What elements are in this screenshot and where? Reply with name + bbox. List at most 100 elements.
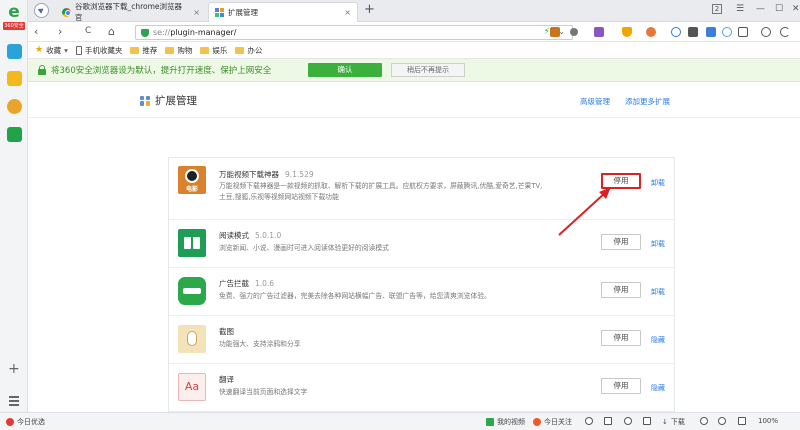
extension-description: 快速翻译当前页面和选择文字 [219,388,308,396]
bookmark-folder-shopping[interactable]: 购物 [165,45,192,56]
disable-button[interactable]: 停用 [601,282,641,298]
address-toolbar: ‹ › C ⌂ se://plugin-manager/ ⚡ ⌄ [28,22,800,42]
today-focus[interactable]: 今日关注 [533,417,572,427]
chat-icon[interactable] [722,27,732,37]
bookmark-mobile[interactable]: 手机收藏夹 [75,45,122,56]
extension-name: 翻译 [219,375,234,384]
hide-link[interactable]: 隐藏 [651,335,665,345]
window-count-badge[interactable]: 2 [712,4,722,14]
status-audio-icon[interactable] [738,417,746,425]
settings-gear-icon[interactable] [761,27,771,37]
sidebar-mail-icon[interactable] [7,127,22,142]
purple-extension-icon[interactable] [594,27,604,37]
bookmark-label: 收藏 [46,45,62,55]
confirm-default-button[interactable]: 确认 [308,63,382,77]
extension-name: 万能视频下载神器 9.1.529 [219,170,314,179]
extension-description: 功能强大、支持涂鸦和分享 [219,340,301,348]
download-button[interactable]: ↓ 下载 [662,417,685,427]
video-icon [486,418,494,426]
uninstall-link[interactable]: 卸载 [651,239,665,249]
undo-icon[interactable] [780,27,790,37]
status-download-manager-icon[interactable] [604,417,612,425]
status-sound-icon[interactable] [624,417,632,425]
add-more-extensions-link[interactable]: 添加更多扩展 [625,96,670,107]
disable-button[interactable]: 停用 [601,330,641,346]
uninstall-link[interactable]: 卸载 [651,178,665,188]
extension-video-icon[interactable] [550,27,560,37]
sidebar-menu-icon[interactable] [9,396,19,408]
folder-icon [165,46,175,54]
my-videos[interactable]: 我的视频 [486,417,525,427]
download-arrow-icon: ↓ [662,418,668,426]
sidebar-favorites-icon[interactable] [7,71,22,86]
bookmark-label: 推荐 [142,45,158,55]
hide-link[interactable]: 隐藏 [651,383,665,393]
bookmark-folder-recommend[interactable]: 推荐 [130,45,157,56]
status-eye-icon[interactable] [718,417,726,425]
screenshot-icon[interactable] [706,27,716,37]
advanced-manage-link[interactable]: 高级管理 [580,96,610,107]
scissors-icon[interactable] [570,28,578,36]
shield-extension-icon[interactable] [622,27,632,37]
tab-chrome-download[interactable]: 谷歌浏览器下载_chrome浏览器官 × [56,2,206,22]
extension-item-screenshot: 截图 功能强大、支持涂鸦和分享 停用 隐藏 [169,316,674,364]
page-title: 扩展管理 [140,93,197,108]
divider [28,117,800,118]
back-button[interactable]: ‹ [34,25,38,38]
close-window-button[interactable]: ✕ [792,4,800,14]
folder-icon [235,46,245,54]
disable-button[interactable]: 停用 [601,378,641,394]
tab-bar: 谷歌浏览器下载_chrome浏览器官 × 扩展管理 × + 2 ☰ — ☐ ✕ [28,0,800,22]
default-browser-notification: 将360安全浏览器设为默认，提升打开速度、保护上网安全 确认 稍后不再提示 [28,59,800,82]
ad-block-icon [178,277,206,305]
browser-logo[interactable]: e 360安全 [3,3,25,31]
extension-description: 免费、强力的广告过滤器，完美去除各种网站横幅广告、联盟广告等，给您清爽浏览体验。 [219,292,491,300]
annotation-arrow [558,187,611,236]
minimize-button[interactable]: — [756,4,765,14]
status-bar: 今日优选 我的视频 今日关注 ↓ 下载 100% [0,412,800,430]
extension-name: 阅读模式 5.0.1.0 [219,231,282,240]
address-input[interactable]: se://plugin-manager/ ⚡ ⌄ [135,25,573,40]
game-icon[interactable] [646,27,656,37]
bookmark-folder-office[interactable]: 办公 [235,45,262,56]
extension-name: 广告拦截 1.0.6 [219,279,275,288]
home-button[interactable]: ⌂ [108,25,115,38]
sidebar-app-icon[interactable] [7,44,22,59]
extension-description: 万能视频下载神器是一款视频的抓取、解析下载的扩展工具。应航权方要求，屏蔽腾讯,优… [219,182,543,201]
today-picks[interactable]: 今日优选 [6,417,45,427]
sidebar-add-icon[interactable]: + [8,362,20,376]
main-menu-button[interactable]: ☰ [736,4,744,14]
dont-remind-button[interactable]: 稍后不再提示 [391,63,465,77]
maximize-button[interactable]: ☐ [775,4,783,14]
today-picks-icon [6,418,14,426]
status-shield-icon[interactable] [585,417,593,425]
apps-grid-icon[interactable] [738,27,748,37]
notification-text: 将360安全浏览器设为默认，提升打开速度、保护上网安全 [51,66,272,76]
extension-icon [215,8,224,17]
uninstall-link[interactable]: 卸载 [651,287,665,297]
bookmarks-bar: ★ 收藏 ▾ 手机收藏夹 推荐 购物 娱乐 办公 [28,42,800,59]
page-title-text: 扩展管理 [155,95,197,107]
bookmark-label: 购物 [177,45,193,55]
status-cut-icon[interactable] [700,417,708,425]
tab-extension-manager[interactable]: 扩展管理 × [208,2,358,22]
extension-item-translate: Aa 翻译 快速翻译当前页面和选择文字 停用 隐藏 [169,364,674,412]
forward-button[interactable]: › [58,25,62,38]
screenshot-rabbit-icon [178,325,206,353]
sidebar-weibo-icon[interactable] [7,99,22,114]
new-tab-button[interactable]: + [364,3,375,17]
search-icon[interactable] [671,27,681,37]
bookmark-favorites[interactable]: ★ 收藏 ▾ [35,45,68,56]
tablet-icon[interactable] [688,27,698,37]
star-icon: ★ [35,45,44,55]
tab-label: 谷歌浏览器下载_chrome浏览器官 [74,2,183,22]
tab-close-icon[interactable]: × [193,8,200,17]
bookmark-folder-entertainment[interactable]: 娱乐 [200,45,227,56]
tab-close-icon[interactable]: × [344,8,351,17]
status-mobile-icon[interactable] [643,417,651,425]
video-downloader-icon: 电影 [178,166,206,194]
zoom-level[interactable]: 100% [758,417,778,425]
extension-manager-icon [140,95,150,106]
navigation-compass-icon[interactable] [34,3,49,18]
reload-button[interactable]: C [85,25,91,38]
